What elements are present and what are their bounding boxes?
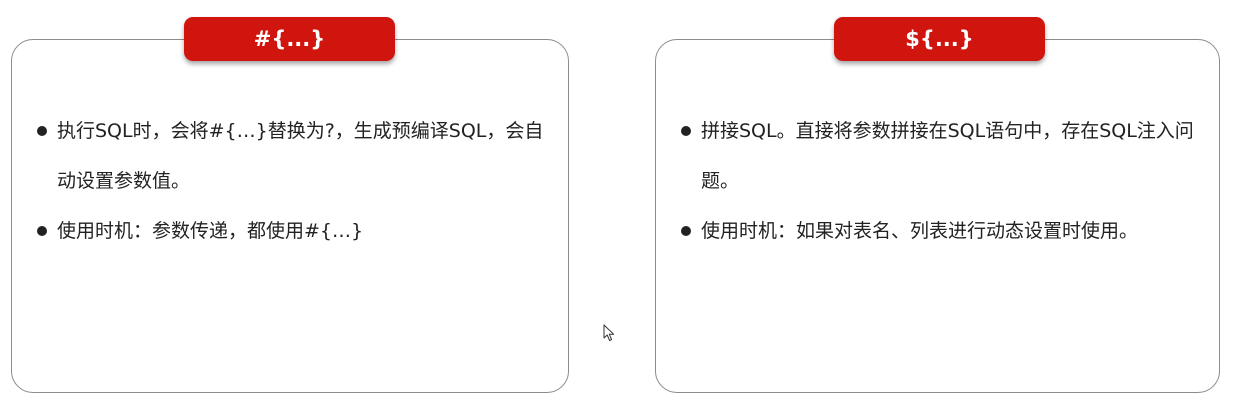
bullet-text: 执行SQL时，会将#{…}替换为?，生成预编译SQL，会自动设置参数值。	[57, 120, 544, 192]
list-item: 拼接SQL。直接将参数拼接在SQL语句中，存在SQL注入问题。	[680, 106, 1210, 206]
slide: #{...} 执行SQL时，会将#{…}替换为?，生成预编译SQL，会自动设置参…	[0, 0, 1236, 409]
list-item: 使用时机：参数传递，都使用#{…}	[36, 206, 558, 256]
bullet-dot-icon	[681, 126, 691, 136]
left-card-bullets: 执行SQL时，会将#{…}替换为?，生成预编译SQL，会自动设置参数值。 使用时…	[36, 106, 558, 256]
bullet-text: 拼接SQL。直接将参数拼接在SQL语句中，存在SQL注入问题。	[701, 120, 1194, 192]
list-item: 使用时机：如果对表名、列表进行动态设置时使用。	[680, 206, 1210, 256]
bullet-dot-icon	[37, 226, 47, 236]
bullet-text: 使用时机：参数传递，都使用#{…}	[57, 220, 364, 242]
mouse-pointer-icon	[603, 324, 615, 341]
bullet-dot-icon	[681, 226, 691, 236]
right-card-tag: ${...}	[834, 17, 1045, 61]
bullet-text: 使用时机：如果对表名、列表进行动态设置时使用。	[701, 220, 1139, 242]
left-card-tag: #{...}	[184, 17, 395, 61]
right-card-bullets: 拼接SQL。直接将参数拼接在SQL语句中，存在SQL注入问题。 使用时机：如果对…	[680, 106, 1210, 256]
bullet-dot-icon	[37, 126, 47, 136]
list-item: 执行SQL时，会将#{…}替换为?，生成预编译SQL，会自动设置参数值。	[36, 106, 558, 206]
